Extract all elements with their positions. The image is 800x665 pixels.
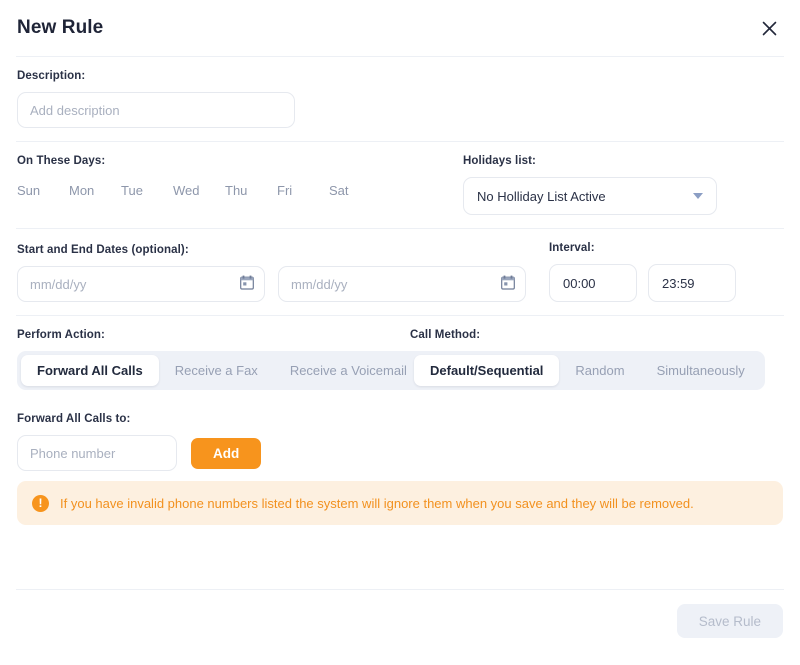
call-method-group: Call Method: Default/Sequential Random S… bbox=[410, 329, 783, 390]
description-input[interactable] bbox=[17, 92, 295, 128]
method-simultaneously[interactable]: Simultaneously bbox=[641, 355, 761, 386]
day-mon[interactable]: Mon bbox=[69, 179, 121, 202]
days-label: On These Days: bbox=[17, 155, 106, 167]
add-button[interactable]: Add bbox=[191, 437, 262, 469]
new-rule-dialog: New Rule Description: On These Days: Sun… bbox=[0, 0, 800, 665]
dialog-footer: Save Rule bbox=[0, 589, 800, 665]
phone-number-input[interactable] bbox=[17, 435, 177, 471]
close-icon[interactable] bbox=[756, 15, 782, 41]
method-random[interactable]: Random bbox=[559, 355, 640, 386]
description-label: Description: bbox=[17, 70, 86, 82]
days-holidays-section: On These Days: Sun Mon Tue Wed Thu Fri S… bbox=[0, 142, 800, 228]
dialog-header: New Rule bbox=[0, 0, 800, 56]
forward-to-label: Forward All Calls to: bbox=[17, 413, 131, 425]
holidays-column: Holidays list: No Holliday List Active bbox=[463, 155, 783, 215]
day-thu[interactable]: Thu bbox=[225, 179, 277, 202]
call-method-segmented: Default/Sequential Random Simultaneously bbox=[410, 351, 765, 390]
holidays-label: Holidays list: bbox=[463, 155, 536, 167]
action-receive-a-voicemail[interactable]: Receive a Voicemail bbox=[274, 355, 423, 386]
dates-group: Start and End Dates (optional): mm/dd/yy bbox=[17, 244, 539, 302]
holidays-select[interactable]: No Holliday List Active bbox=[463, 177, 717, 215]
chevron-down-icon bbox=[693, 193, 703, 199]
perform-action-label: Perform Action: bbox=[17, 329, 105, 341]
end-date-input[interactable]: mm/dd/yy bbox=[278, 266, 526, 302]
action-receive-a-fax[interactable]: Receive a Fax bbox=[159, 355, 274, 386]
start-date-placeholder: mm/dd/yy bbox=[30, 276, 87, 292]
page-title: New Rule bbox=[17, 17, 104, 38]
day-sat[interactable]: Sat bbox=[329, 179, 381, 202]
warning-banner: ! If you have invalid phone numbers list… bbox=[17, 481, 783, 525]
forward-to-section: Forward All Calls to: Add bbox=[0, 403, 800, 481]
interval-label: Interval: bbox=[549, 242, 595, 254]
day-fri[interactable]: Fri bbox=[277, 179, 329, 202]
description-section: Description: bbox=[0, 57, 800, 141]
save-rule-button[interactable]: Save Rule bbox=[676, 604, 783, 638]
action-method-section: Perform Action: Forward All Calls Receiv… bbox=[0, 316, 800, 403]
method-default-sequential[interactable]: Default/Sequential bbox=[414, 355, 560, 386]
dates-label: Start and End Dates (optional): bbox=[17, 244, 189, 256]
action-forward-all-calls[interactable]: Forward All Calls bbox=[21, 355, 159, 386]
day-tue[interactable]: Tue bbox=[121, 179, 173, 202]
start-date-input[interactable]: mm/dd/yy bbox=[17, 266, 265, 302]
calendar-icon[interactable] bbox=[501, 275, 515, 293]
perform-action-segmented: Forward All Calls Receive a Fax Receive … bbox=[17, 351, 427, 390]
days-list: Sun Mon Tue Wed Thu Fri Sat bbox=[17, 177, 463, 202]
holidays-selected-value: No Holliday List Active bbox=[477, 188, 606, 204]
day-wed[interactable]: Wed bbox=[173, 179, 225, 202]
days-column: On These Days: Sun Mon Tue Wed Thu Fri S… bbox=[17, 155, 463, 215]
warning-text: If you have invalid phone numbers listed… bbox=[60, 495, 694, 511]
call-method-label: Call Method: bbox=[410, 329, 481, 341]
interval-group: Interval: 00:00 23:59 bbox=[549, 242, 736, 302]
day-sun[interactable]: Sun bbox=[17, 179, 69, 202]
perform-action-group: Perform Action: Forward All Calls Receiv… bbox=[17, 329, 427, 390]
dates-section: Start and End Dates (optional): mm/dd/yy bbox=[0, 229, 800, 315]
calendar-icon[interactable] bbox=[240, 275, 254, 293]
alert-circle-icon: ! bbox=[32, 494, 49, 512]
interval-start-input[interactable]: 00:00 bbox=[549, 264, 637, 302]
end-date-placeholder: mm/dd/yy bbox=[291, 276, 348, 292]
interval-end-input[interactable]: 23:59 bbox=[648, 264, 736, 302]
